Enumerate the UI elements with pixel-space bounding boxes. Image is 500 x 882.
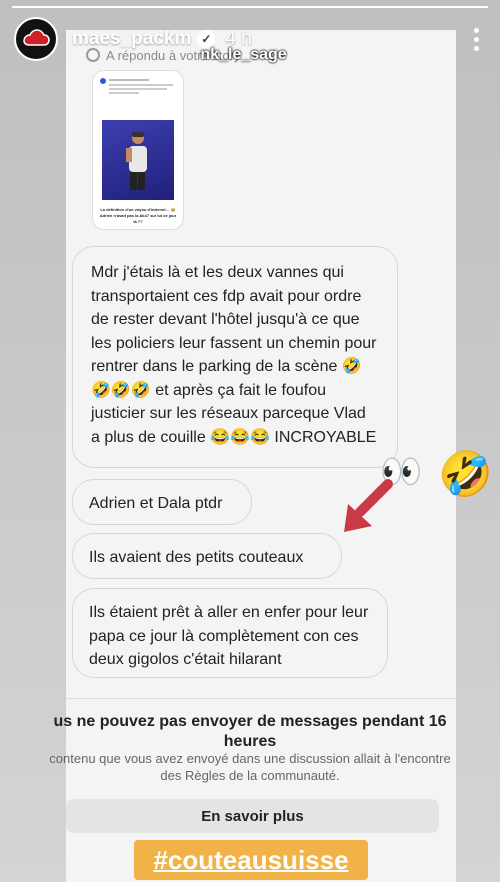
message-bubble[interactable]: Adrien et Dala ptdr bbox=[72, 479, 252, 525]
message-bubble[interactable]: Mdr j'étais là et les deux vannes qui tr… bbox=[72, 246, 398, 468]
learn-more-button[interactable]: En savoir plus bbox=[66, 799, 439, 833]
replied-story-thumbnail[interactable]: La définition d'un voyou d'internet… 😹 A… bbox=[92, 70, 184, 230]
reply-context: A répondu à votre story nk_le_sage bbox=[86, 46, 287, 64]
card-header-text bbox=[93, 71, 183, 101]
divider bbox=[66, 698, 456, 699]
performer-photo bbox=[102, 120, 174, 200]
cloud-logo-icon bbox=[23, 29, 50, 46]
hashtag-sticker[interactable]: #couteausuisse bbox=[134, 840, 368, 880]
story-screen: maes_packm ✓ 4 h A répondu à votre story… bbox=[0, 0, 500, 882]
tweet-lines-icon bbox=[100, 78, 173, 94]
restriction-title: us ne pouvez pas envoyer de messages pen… bbox=[53, 713, 447, 750]
arrow-down-left-icon bbox=[344, 479, 393, 532]
performer-silhouette-icon bbox=[126, 132, 147, 190]
reply-icon bbox=[86, 48, 100, 62]
story-progress-fill bbox=[12, 6, 488, 8]
story-progress-bar bbox=[12, 6, 488, 8]
message-bubble[interactable]: Ils étaient prêt à aller en enfer pour l… bbox=[72, 588, 388, 678]
story-card-caption: La définition d'un voyou d'internet… 😹 A… bbox=[99, 207, 177, 224]
mention-sticker[interactable]: nk_le_sage bbox=[200, 46, 286, 64]
more-vertical-icon[interactable] bbox=[466, 26, 486, 53]
laughing-emoji-sticker: 🤣 bbox=[438, 450, 493, 499]
message-bubble[interactable]: Ils avaient des petits couteaux bbox=[72, 533, 342, 579]
avatar[interactable] bbox=[14, 17, 58, 61]
restriction-body: contenu que vous avez envoyé dans une di… bbox=[49, 751, 451, 783]
